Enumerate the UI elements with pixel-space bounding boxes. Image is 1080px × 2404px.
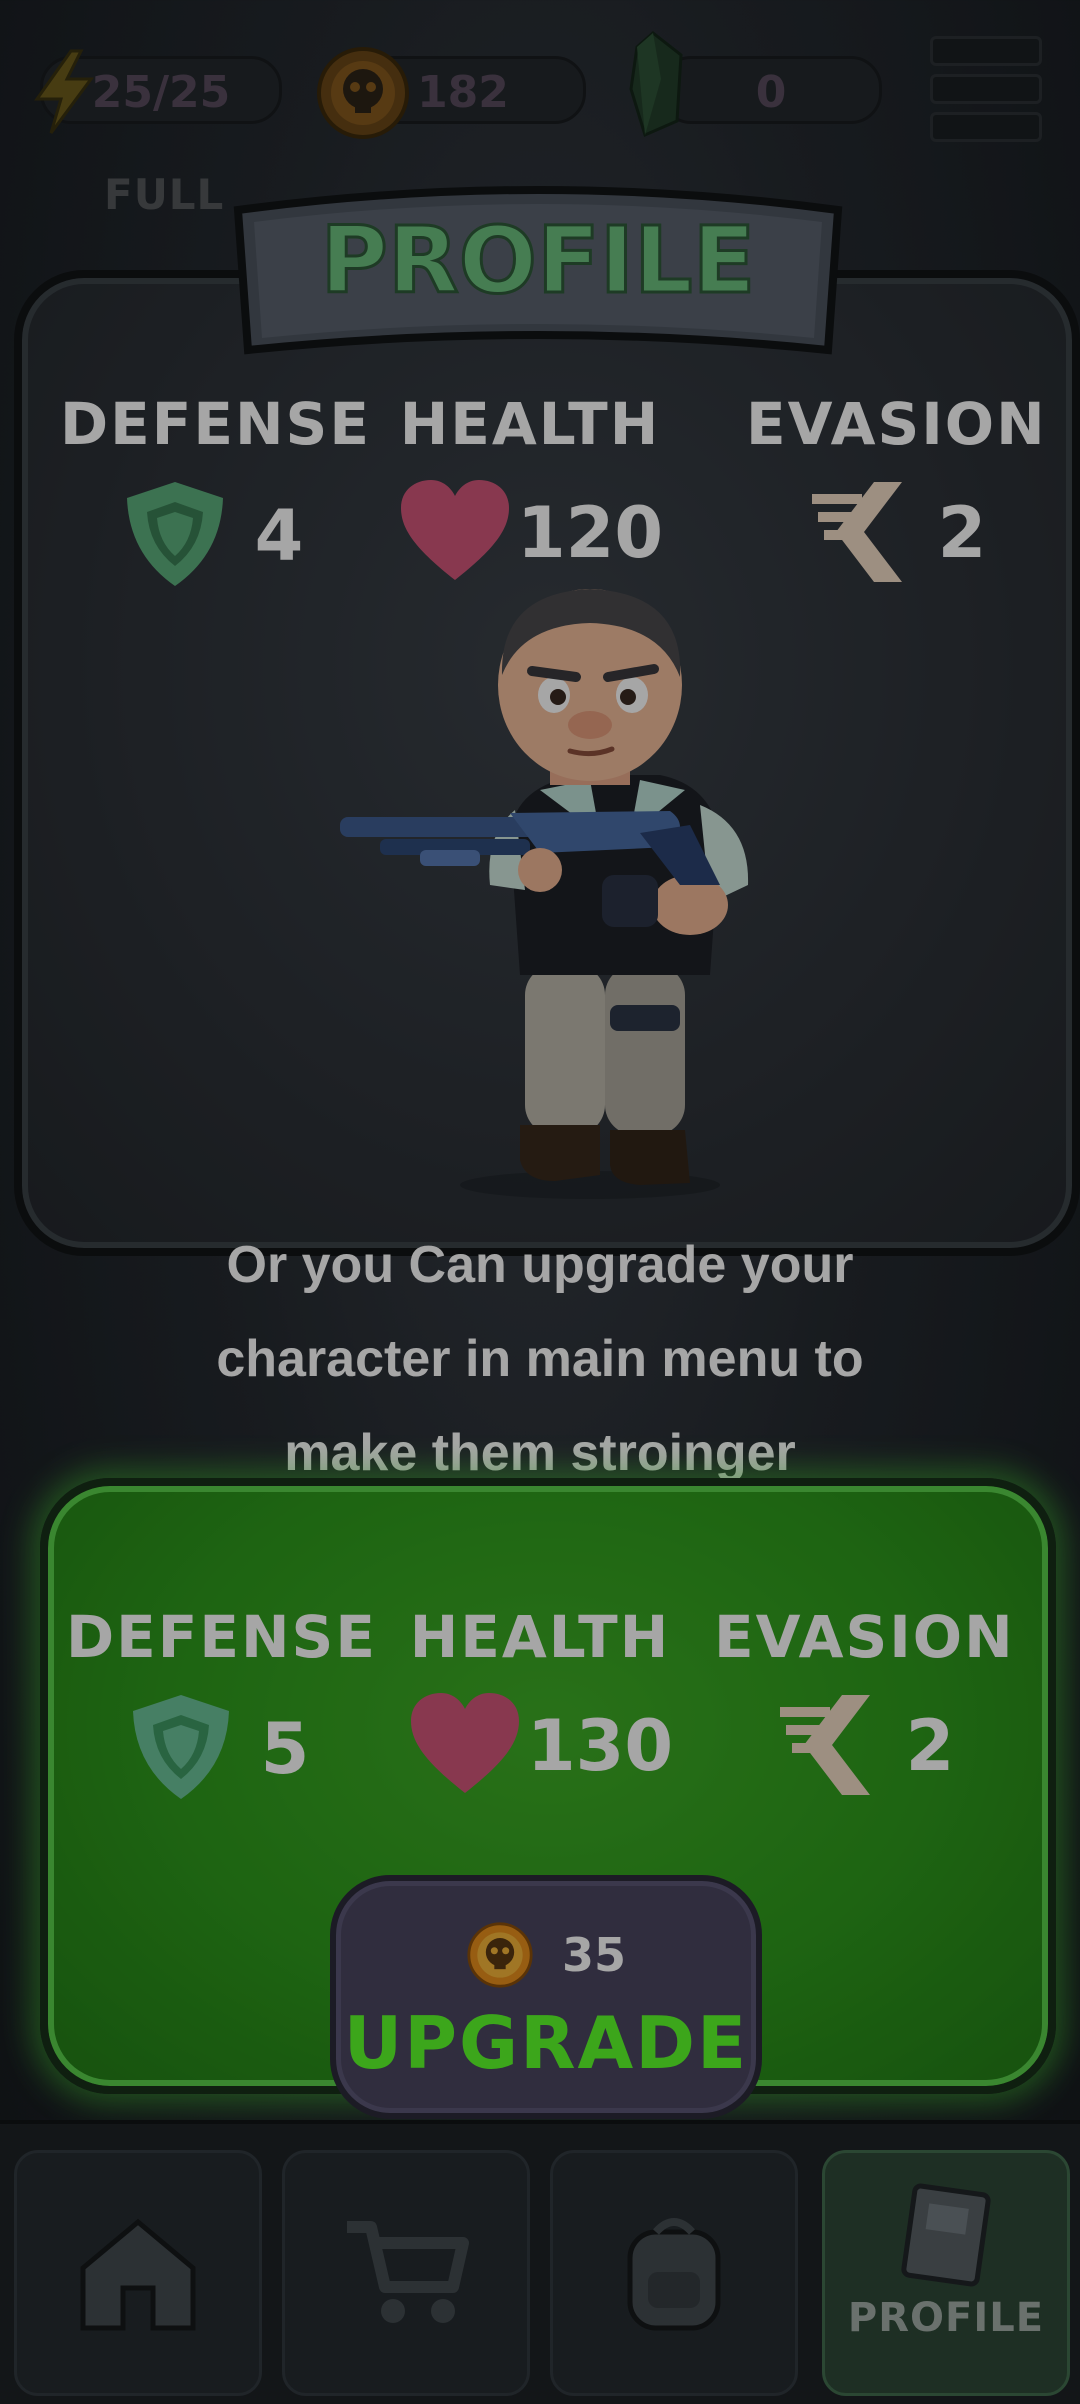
defense-value: 4 (254, 495, 304, 577)
gem-counter[interactable]: 0 (629, 31, 882, 138)
nav-home-button[interactable] (14, 2150, 262, 2396)
heart-icon (397, 476, 513, 590)
upgrade-button[interactable]: 35 UPGRADE (330, 1875, 762, 2119)
evasion-stat: EVASION 2 (746, 390, 1046, 590)
defense-value: 5 (260, 1708, 310, 1790)
top-bar: 25/25 FULL 182 0 (0, 0, 1080, 219)
evasion-label: EVASION (714, 1603, 1015, 1671)
menu-button[interactable] (930, 36, 1042, 146)
energy-counter[interactable]: 25/25 (34, 49, 282, 134)
nav-shop-button[interactable] (282, 2150, 530, 2396)
shop-cart-icon (347, 2221, 469, 2323)
evasion-label: EVASION (746, 390, 1047, 458)
profile-icon (901, 2183, 991, 2287)
health-label: HEALTH (399, 390, 661, 458)
heart-icon (407, 1689, 523, 1803)
upgrade-cost: 35 (336, 1921, 756, 1989)
upgrade-button-label: UPGRADE (343, 2001, 749, 2085)
upgraded-evasion-stat: EVASION 2 (714, 1603, 1014, 1803)
energy-status: FULL (104, 170, 225, 219)
backpack-icon (627, 2218, 721, 2331)
evasion-value: 2 (905, 1705, 955, 1787)
evasion-value: 2 (937, 492, 987, 574)
menu-bar (930, 112, 1042, 142)
hint-line: character in main menu to (216, 1330, 864, 1388)
home-icon (80, 2218, 196, 2331)
nav-inventory-button[interactable] (550, 2150, 798, 2396)
shield-icon (117, 476, 233, 596)
menu-bar (930, 74, 1042, 104)
character-portrait (340, 589, 749, 1199)
shield-icon (123, 1689, 239, 1809)
health-value: 130 (526, 1705, 674, 1787)
health-stat: HEALTH 120 (380, 390, 680, 590)
gem-value: 0 (755, 67, 787, 118)
coin-value: 182 (417, 67, 509, 118)
bottom-navigation: PROFILE (0, 2120, 1080, 2404)
profile-title-plate: PROFILE (233, 186, 843, 355)
evasion-icon (806, 476, 916, 590)
upgraded-defense-stat: DEFENSE 5 (66, 1603, 377, 1809)
evasion-icon (774, 1689, 884, 1803)
profile-title: PROFILE (320, 207, 755, 314)
upgraded-health-stat: HEALTH 130 (390, 1603, 690, 1803)
nav-profile-label: PROFILE (847, 2295, 1045, 2341)
nav-profile-button[interactable]: PROFILE (822, 2150, 1070, 2396)
energy-value: 25/25 (91, 67, 231, 118)
health-value: 120 (516, 492, 664, 574)
upgrade-cost-value: 35 (561, 1928, 626, 1982)
defense-label: DEFENSE (60, 390, 371, 458)
coin-counter[interactable]: 182 (317, 47, 586, 139)
upgrade-hint-text: Or you Can upgrade your character in mai… (100, 1218, 980, 1500)
skull-coin-icon (466, 1921, 534, 1989)
defense-label: DEFENSE (66, 1603, 377, 1671)
health-label: HEALTH (409, 1603, 671, 1671)
defense-stat: DEFENSE 4 (60, 390, 371, 596)
hint-line: Or you Can upgrade your (226, 1236, 854, 1294)
menu-bar (930, 36, 1042, 66)
